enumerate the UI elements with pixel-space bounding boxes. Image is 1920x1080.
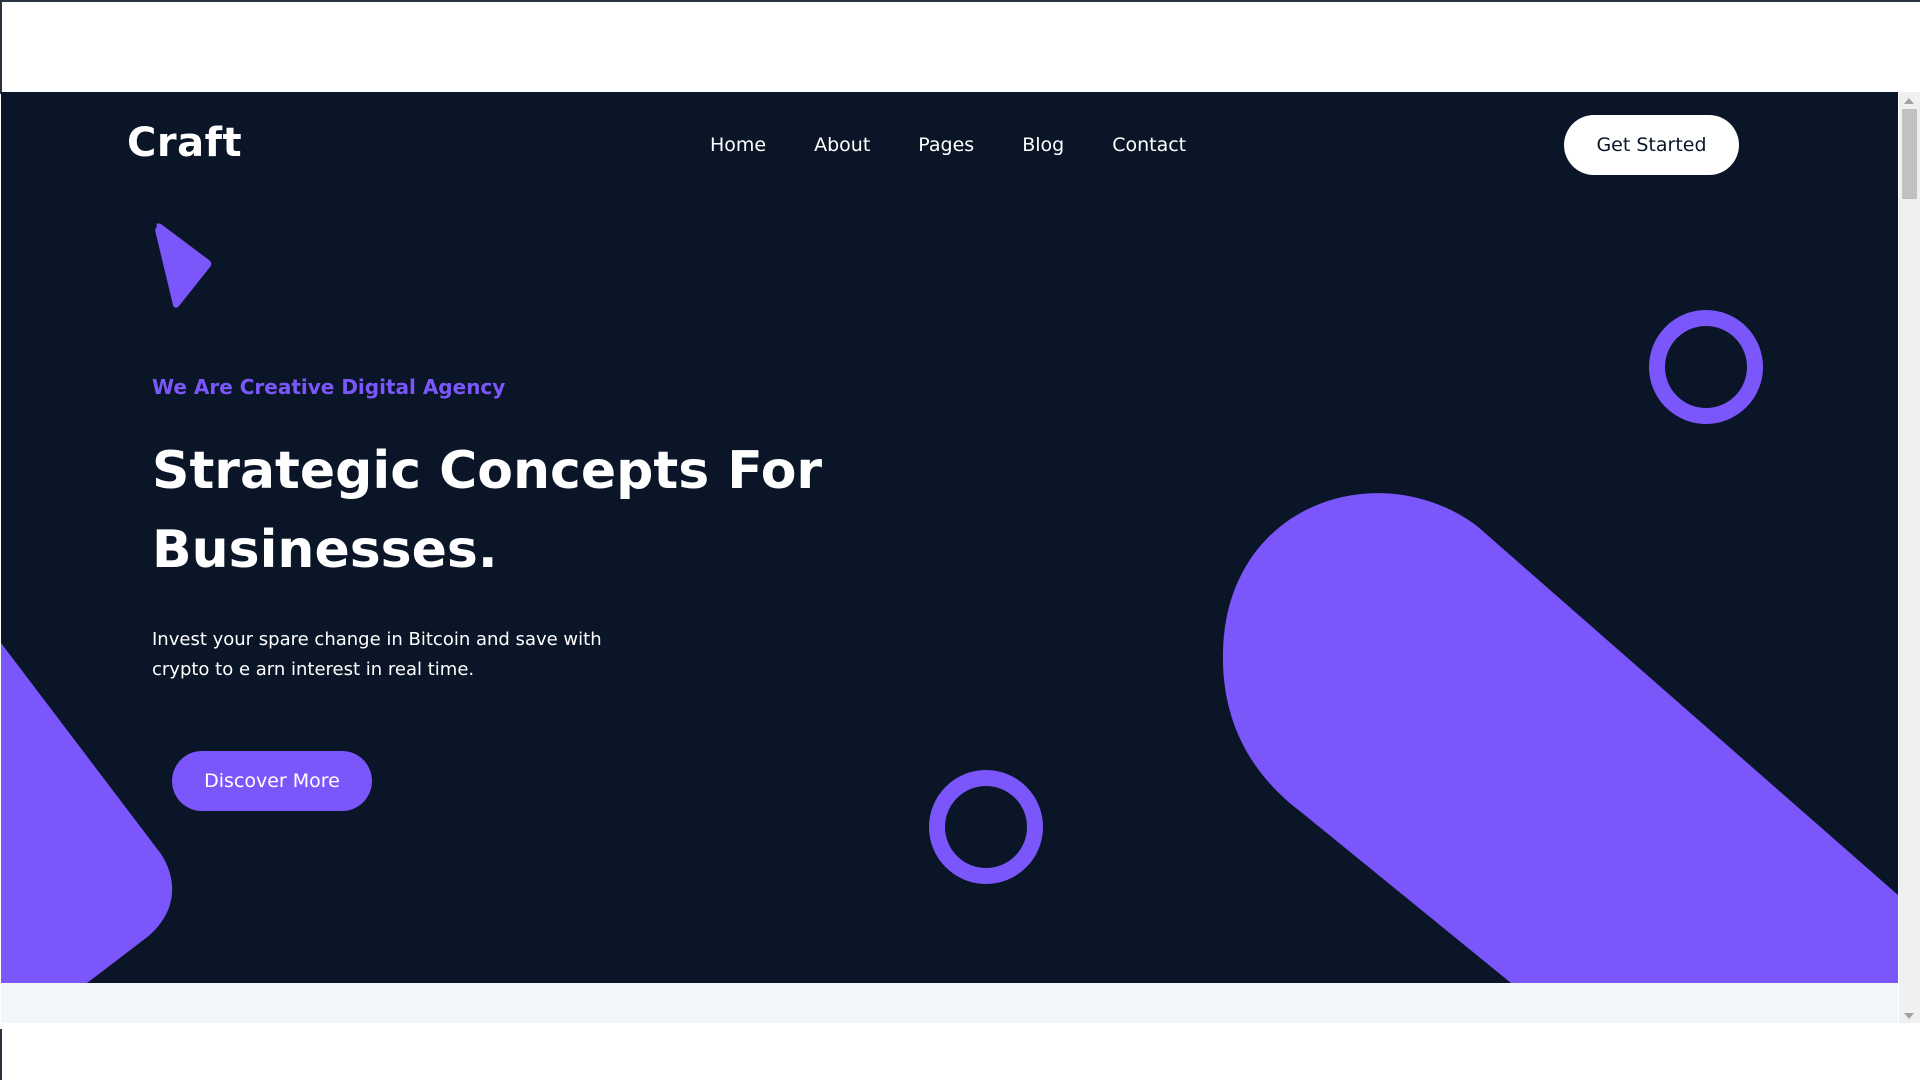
frame-edge [0,2,2,94]
browser-frame: Craft Home About Pages Blog Contact Get … [0,0,1920,1080]
hero-section: Craft Home About Pages Blog Contact Get … [1,92,1898,983]
scroll-up-arrow-icon[interactable] [1904,98,1914,104]
nav-item-about[interactable]: About [814,134,870,156]
site-logo[interactable]: Craft [127,120,242,166]
nav-item-pages[interactable]: Pages [918,134,974,156]
vertical-scrollbar[interactable] [1899,92,1920,1023]
hero-tagline: We Are Creative Digital Agency [152,375,506,399]
nav-item-home[interactable]: Home [710,134,766,156]
hero-description: Invest your spare change in Bitcoin and … [152,629,602,680]
nav-item-blog[interactable]: Blog [1022,134,1064,156]
scroll-down-arrow-icon[interactable] [1904,1013,1914,1019]
top-blank-bar [0,0,1920,94]
bottom-blank-bar [0,1023,1920,1080]
frame-edge-bottom [0,1029,2,1080]
main-nav: Home About Pages Blog Contact [710,134,1234,156]
scrollbar-thumb[interactable] [1902,109,1917,199]
hero-headline: Strategic Concepts For Businesses. [152,441,823,580]
get-started-button[interactable]: Get Started [1564,115,1739,175]
nav-item-contact[interactable]: Contact [1112,134,1186,156]
page-viewport: Craft Home About Pages Blog Contact Get … [1,92,1898,1023]
discover-more-button[interactable]: Discover More [172,751,372,811]
next-section-edge [1,983,1898,1023]
